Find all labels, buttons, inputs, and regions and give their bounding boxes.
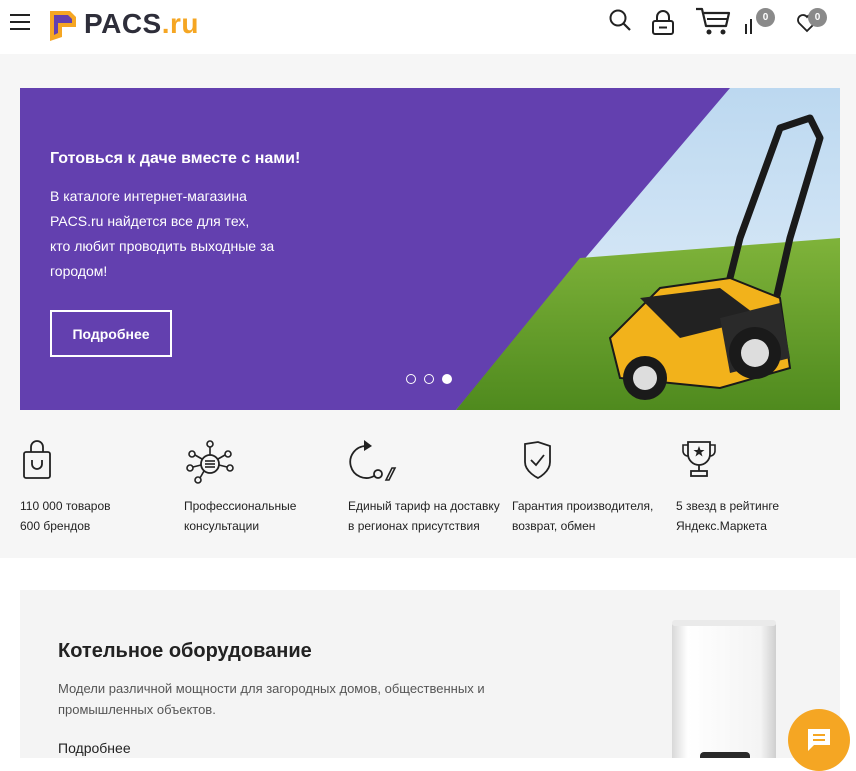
boiler-promo-card[interactable]: Котельное оборудование Модели различной … (20, 590, 840, 758)
logo-main: PACS (84, 8, 162, 39)
logo[interactable]: PACS.ru (48, 4, 199, 44)
banner-title: Готовься к даче вместе с нами! (50, 150, 301, 167)
feature-line: Гарантия производителя, (512, 499, 654, 513)
chat-icon (808, 729, 830, 751)
feature-text: Гарантия производителя, возврат, обмен (512, 496, 653, 536)
feature-text: Профессиональные консультации (184, 496, 296, 536)
slider-dot-3[interactable] (442, 374, 452, 384)
promo-banner[interactable]: Готовься к даче вместе с нами! В каталог… (20, 88, 840, 410)
header: PACS.ru 0 0 (0, 0, 856, 54)
card-more-link[interactable]: Подробнее (58, 740, 131, 756)
search-icon[interactable] (608, 8, 632, 32)
delivery-route-icon (349, 440, 397, 481)
card-description: Модели различной мощности для загородных… (58, 678, 538, 720)
shield-check-icon (524, 441, 551, 479)
feature-line: 110 000 товаров (20, 499, 111, 513)
feature-warranty: Гарантия производителя, возврат, обмен (512, 440, 653, 533)
logo-tld: .ru (161, 8, 199, 39)
feature-delivery: Единый тариф на доставку в регионах прису… (348, 440, 500, 533)
card-title: Котельное оборудование (58, 640, 312, 662)
cart-icon[interactable] (695, 6, 731, 36)
feature-assortment: 110 000 товаров 600 брендов (20, 440, 111, 533)
card-description-line: Модели различной мощности для загородных… (58, 681, 485, 696)
banner-text-line: PACS.ru найдется все для тех, (50, 213, 250, 229)
boiler-image (672, 620, 776, 758)
feature-text: Единый тариф на доставку в регионах прису… (348, 496, 500, 536)
lock-icon[interactable] (651, 10, 675, 36)
feature-line: Яндекс.Маркета (676, 519, 767, 533)
slider-dot-2[interactable] (424, 374, 434, 384)
feature-line: в регионах присутствия (348, 519, 480, 533)
compare-count-badge: 0 (756, 8, 775, 27)
consultation-network-icon (186, 440, 234, 484)
logo-text: PACS.ru (84, 8, 199, 40)
favorites-count-badge: 0 (808, 8, 827, 27)
banner-text-line: кто любит проводить выходные за (50, 238, 275, 254)
feature-consultations: Профессиональные консультации (184, 440, 296, 533)
shopping-bag-icon (23, 440, 51, 479)
feature-line: консультации (184, 519, 260, 533)
feature-rating: 5 звезд в рейтинге Яндекс.Маркета (676, 440, 779, 533)
chat-button[interactable] (788, 709, 850, 771)
banner-more-button[interactable]: Подробнее (50, 310, 172, 357)
slider-dots (406, 374, 452, 384)
card-description-line: промышленных объектов. (58, 702, 216, 717)
feature-line: 5 звезд в рейтинге (676, 499, 780, 513)
feature-text: 110 000 товаров 600 брендов (20, 496, 111, 536)
trophy-star-icon (682, 441, 716, 477)
feature-line: 600 брендов (20, 519, 91, 533)
banner-text-line: городом! (50, 263, 108, 279)
feature-text: 5 звезд в рейтинге Яндекс.Маркета (676, 496, 779, 536)
slider-dot-1[interactable] (406, 374, 416, 384)
menu-icon[interactable] (10, 14, 30, 32)
logo-mark-icon (50, 11, 76, 41)
feature-line: Профессиональные (184, 499, 297, 513)
feature-line: возврат, обмен (512, 519, 596, 533)
compare-button[interactable]: 0 (744, 8, 780, 36)
banner-text: В каталоге интернет-магазина PACS.ru най… (50, 184, 320, 284)
feature-line: Единый тариф на доставку (348, 499, 500, 513)
favorites-button[interactable]: 0 (796, 8, 832, 36)
banner-text-line: В каталоге интернет-магазина (50, 188, 247, 204)
